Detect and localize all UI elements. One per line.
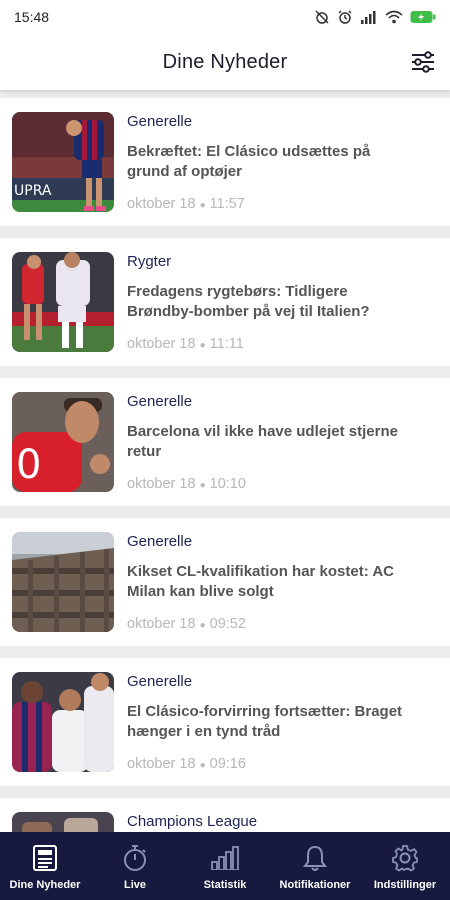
article-category: Rygter <box>127 253 172 270</box>
article-date: oktober 18 <box>127 756 196 772</box>
article-meta: oktober 18 ● 11:57 <box>127 196 438 212</box>
nav-item-dine-nyheder[interactable]: Dine Nyheder <box>0 832 90 900</box>
article-category: Generelle <box>127 113 193 130</box>
app-header: Dine Nyheder <box>0 34 450 90</box>
nav-label: Indstillinger <box>373 879 437 891</box>
news-card[interactable]: Generelle Kikset CL-kvalifikation har ko… <box>0 518 450 646</box>
article-time: 09:16 <box>209 756 246 772</box>
nav-item-live[interactable]: Live <box>90 832 180 900</box>
wifi-icon <box>385 10 403 24</box>
sliders-icon <box>412 51 434 73</box>
alarm-icon <box>338 10 352 24</box>
article-thumbnail: UPRA <box>12 112 114 212</box>
article-thumbnail <box>12 672 114 772</box>
article-date: oktober 18 <box>127 616 196 632</box>
article-thumbnail <box>12 532 114 632</box>
article-date: oktober 18 <box>127 196 196 212</box>
nav-item-notifikationer[interactable]: Notifikationer <box>270 832 360 900</box>
news-feed[interactable]: UPRA Generelle Bekræftet: El Clásico uds… <box>0 98 450 832</box>
article-time: 11:11 <box>209 336 244 352</box>
bar-chart-icon <box>211 846 239 870</box>
signal-icon <box>361 11 376 24</box>
article-meta: oktober 18 ● 09:52 <box>127 616 438 632</box>
meta-separator: ● <box>199 760 206 771</box>
article-title: Bekræftet: El Clásico udsættes på grund … <box>127 143 371 180</box>
meta-separator: ● <box>199 340 206 351</box>
article-category: Generelle <box>127 533 193 550</box>
bell-icon <box>303 845 327 871</box>
nav-label: Notifikationer <box>279 879 351 891</box>
article-category: Generelle <box>127 393 193 410</box>
status-icons <box>314 9 436 25</box>
article-title: Barcelona vil ikke have udlejet stjerne … <box>127 423 398 460</box>
status-bar: 15:48 <box>0 0 450 34</box>
meta-separator: ● <box>199 620 206 631</box>
article-meta: oktober 18 ● 11:11 <box>127 336 438 352</box>
meta-separator: ● <box>199 480 206 491</box>
article-time: 11:57 <box>209 196 245 212</box>
news-card[interactable]: UPRA Generelle Bekræftet: El Clásico uds… <box>0 98 450 226</box>
article-category: Champions League <box>127 813 258 830</box>
article-date: oktober 18 <box>127 336 196 352</box>
svg-text:UPRA: UPRA <box>14 183 52 199</box>
article-date: oktober 18 <box>127 476 196 492</box>
article-meta: oktober 18 ● 10:10 <box>127 476 438 492</box>
battery-icon <box>410 11 436 23</box>
article-thumbnail <box>12 812 114 832</box>
news-card[interactable]: 0 Generelle Barcelona vil ikke have udle… <box>0 378 450 506</box>
news-card[interactable]: Generelle El Clásico-forvirring fortsætt… <box>0 658 450 786</box>
article-title: Fredagens rygtebørs: Tidligere Brøndby-b… <box>127 283 370 320</box>
nav-item-indstillinger[interactable]: Indstillinger <box>360 832 450 900</box>
gear-icon <box>392 845 418 872</box>
article-thumbnail: 0 <box>12 392 114 492</box>
nav-item-statistik[interactable]: Statistik <box>180 832 270 900</box>
article-title: Kikset CL-kvalifikation har kostet: AC M… <box>127 563 395 600</box>
nav-label: Live <box>123 879 146 891</box>
article-time: 10:10 <box>209 476 246 492</box>
nav-label: Dine Nyheder <box>9 879 81 891</box>
article-category: Generelle <box>127 673 193 690</box>
meta-separator: ● <box>199 200 206 211</box>
bottom-nav: Dine Nyheder Live Statistik Notifikation… <box>0 832 450 900</box>
stopwatch-icon <box>124 845 146 871</box>
news-card[interactable]: Champions League <box>0 798 450 832</box>
article-thumbnail <box>12 252 114 352</box>
newspaper-icon <box>33 845 57 871</box>
svg-text:0: 0 <box>16 442 41 488</box>
alarm-off-icon <box>315 10 329 24</box>
status-time: 15:48 <box>14 9 50 25</box>
article-time: 09:52 <box>209 616 246 632</box>
news-card[interactable]: Rygter Fredagens rygtebørs: Tidligere Br… <box>0 238 450 366</box>
article-meta: oktober 18 ● 09:16 <box>127 756 438 772</box>
article-title: El Clásico-forvirring fortsætter: Braget… <box>127 703 403 740</box>
nav-label: Statistik <box>203 879 247 891</box>
page-title: Dine Nyheder <box>162 50 288 73</box>
filter-button[interactable] <box>408 47 438 77</box>
